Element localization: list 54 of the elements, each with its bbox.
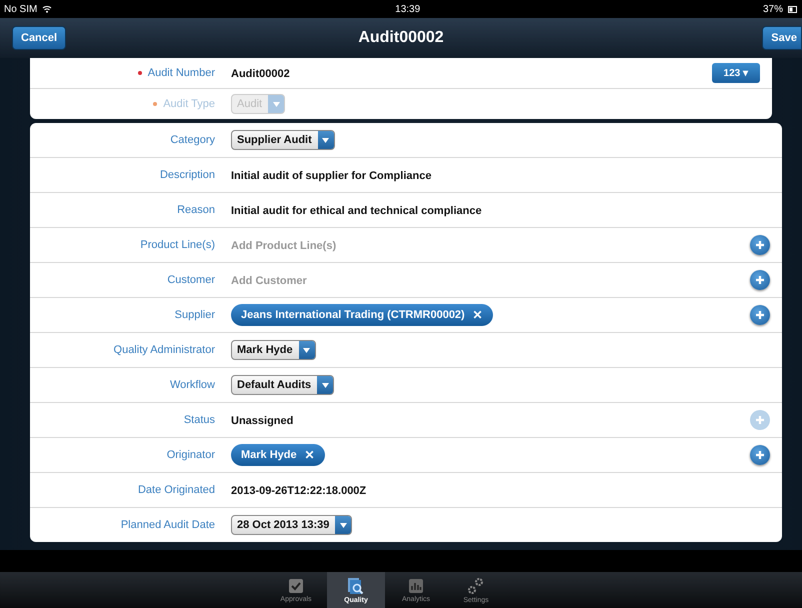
wifi-icon — [42, 5, 52, 13]
magnifier-document-icon — [347, 576, 365, 594]
plus-icon — [755, 240, 765, 250]
save-button[interactable]: Save — [762, 26, 802, 50]
keypad-button[interactable]: 123 ▾ — [712, 63, 760, 83]
gears-icon — [467, 576, 485, 594]
field-label: Status — [184, 414, 215, 426]
token-chip[interactable]: Mark Hyde ✕ — [231, 444, 325, 466]
battery-text: 37% — [762, 4, 783, 14]
input-field[interactable]: Add Customer — [231, 275, 531, 287]
plus-icon — [755, 415, 765, 425]
field-value: Initial audit of supplier for Compliance — [231, 170, 432, 182]
add-button[interactable] — [750, 445, 770, 465]
add-button[interactable] — [750, 270, 770, 290]
field-value: 2013-09-26T12:22:18.000Z — [231, 485, 366, 497]
field-value: Initial audit for ethical and technical compliance — [231, 205, 482, 217]
caret-icon — [303, 348, 310, 352]
field-label: Description — [160, 169, 215, 181]
field-label: Audit Number — [148, 67, 215, 79]
plus-icon — [755, 275, 765, 285]
field-label: Supplier — [174, 309, 215, 321]
dropdown[interactable]: Default Audits — [231, 375, 334, 395]
field-label: Reason — [177, 204, 215, 216]
field-label: Originator — [166, 449, 215, 461]
carrier-text: No SIM — [4, 4, 38, 14]
caret-icon — [322, 382, 329, 388]
field-label: Workflow — [170, 379, 215, 391]
dropdown[interactable]: Mark Hyde — [231, 340, 316, 360]
clock-text: 13:39 — [395, 4, 420, 14]
field-label: Planned Audit Date — [120, 519, 215, 531]
token-chip[interactable]: Jeans International Trading (CTRMR00002) ✕ — [231, 304, 493, 326]
field-label: Quality Administrator — [114, 344, 215, 356]
add-button[interactable] — [750, 235, 770, 255]
dropdown[interactable]: Supplier Audit — [231, 130, 335, 150]
input-field[interactable]: Add Product Line(s) — [231, 240, 531, 252]
add-button[interactable] — [750, 305, 770, 325]
field-value: Audit00002 — [231, 68, 290, 80]
caret-icon — [272, 102, 280, 106]
cancel-button[interactable]: Cancel — [12, 26, 66, 50]
plus-icon — [755, 450, 765, 460]
dropdown[interactable]: 28 Oct 2013 13:39 — [231, 515, 352, 535]
checkbox-icon — [288, 578, 304, 594]
field-label: Category — [170, 134, 215, 146]
window-title: Audit00002 — [358, 29, 444, 46]
field-label: Audit Type — [163, 98, 215, 110]
caret-icon — [322, 138, 330, 142]
battery-icon — [788, 6, 798, 12]
field-label: Product Line(s) — [140, 239, 215, 251]
bar-chart-icon — [408, 578, 424, 594]
field-value: Unassigned — [231, 415, 294, 427]
field-label: Customer — [167, 274, 215, 286]
field-label: Date Originated — [138, 484, 215, 496]
caret-icon — [340, 522, 347, 528]
plus-icon — [755, 310, 765, 320]
